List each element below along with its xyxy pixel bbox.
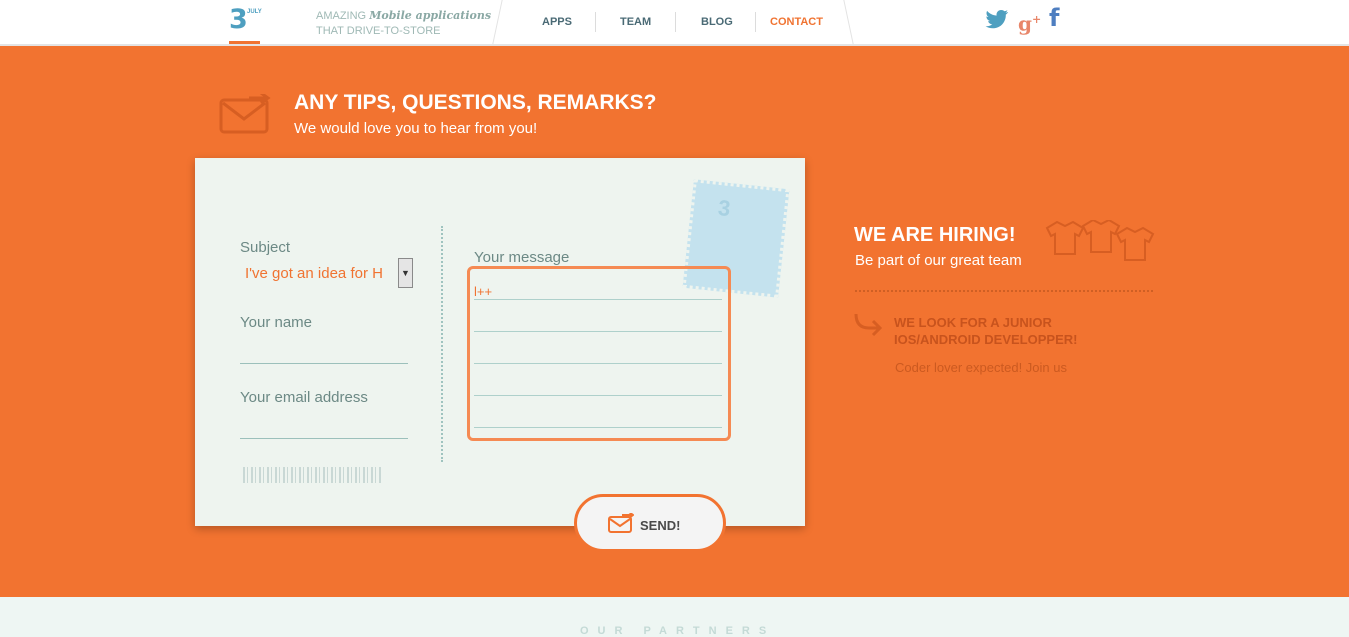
message-rule: [474, 363, 722, 364]
arrow-right-icon: [854, 313, 883, 337]
site-header: 3 JULY AMAZING Mobile applications THAT …: [0, 0, 1349, 46]
logo[interactable]: 3 JULY: [229, 4, 262, 44]
subject-label: Subject: [240, 239, 291, 256]
tshirts-icon: [1045, 220, 1155, 261]
chevron-down-icon[interactable]: ▼: [398, 258, 413, 288]
logo-month: JULY: [247, 9, 262, 15]
message-rule: [474, 299, 722, 300]
barcode: [243, 467, 383, 483]
email-field[interactable]: [240, 438, 408, 439]
message-rule: [474, 331, 722, 332]
nav-separator: [595, 12, 596, 32]
message-rule: [474, 395, 722, 396]
send-envelope-icon: [608, 513, 634, 533]
nav-separator: [675, 12, 676, 32]
nav-divider: [492, 0, 503, 44]
twitter-icon[interactable]: [985, 10, 1009, 30]
facebook-icon[interactable]: f: [1049, 6, 1059, 30]
tagline-emphasis: Mobile applications: [369, 9, 492, 22]
nav-separator: [755, 12, 756, 32]
job-description: Coder lover expected! Join us: [895, 360, 1067, 375]
message-textarea[interactable]: [467, 266, 731, 441]
nav-apps[interactable]: APPS: [542, 16, 572, 28]
tagline-line2: THAT DRIVE-TO-STORE: [316, 25, 441, 37]
envelope-icon: [219, 94, 271, 134]
name-field[interactable]: [240, 363, 408, 364]
tagline-prefix: AMAZING: [316, 10, 367, 22]
hiring-subtitle: Be part of our great team: [855, 252, 1022, 269]
hiring-title: WE ARE HIRING!: [854, 224, 1016, 246]
job-title-line1: WE LOOK FOR A JUNIOR: [894, 315, 1052, 330]
nav-contact[interactable]: CONTACT: [770, 16, 823, 28]
card-divider: [441, 226, 446, 462]
message-value: l++: [474, 284, 493, 299]
job-title-line2: IOS/ANDROID DEVELOPPER!: [894, 332, 1078, 347]
partners-heading: OUR PARTNERS: [580, 625, 776, 637]
nav-blog[interactable]: BLOG: [701, 16, 733, 28]
contact-subtitle: We would love you to hear from you!: [294, 120, 538, 137]
message-rule: [474, 427, 722, 428]
logo-number: 3: [229, 4, 248, 35]
send-label: SEND!: [640, 518, 681, 533]
google-plus-icon[interactable]: g+: [1018, 8, 1041, 36]
tagline: AMAZING Mobile applications THAT DRIVE-T…: [316, 8, 491, 39]
nav-divider: [843, 0, 854, 44]
hiring-divider: [855, 290, 1153, 292]
contact-title: ANY TIPS, QUESTIONS, REMARKS?: [294, 91, 657, 114]
message-label: Your message: [474, 249, 570, 266]
job-title[interactable]: WE LOOK FOR A JUNIOR IOS/ANDROID DEVELOP…: [894, 314, 1077, 348]
nav-team[interactable]: TEAM: [620, 16, 651, 28]
subject-select[interactable]: I've got an idea for H: [245, 265, 383, 282]
name-label: Your name: [240, 314, 312, 331]
email-label: Your email address: [240, 389, 368, 406]
